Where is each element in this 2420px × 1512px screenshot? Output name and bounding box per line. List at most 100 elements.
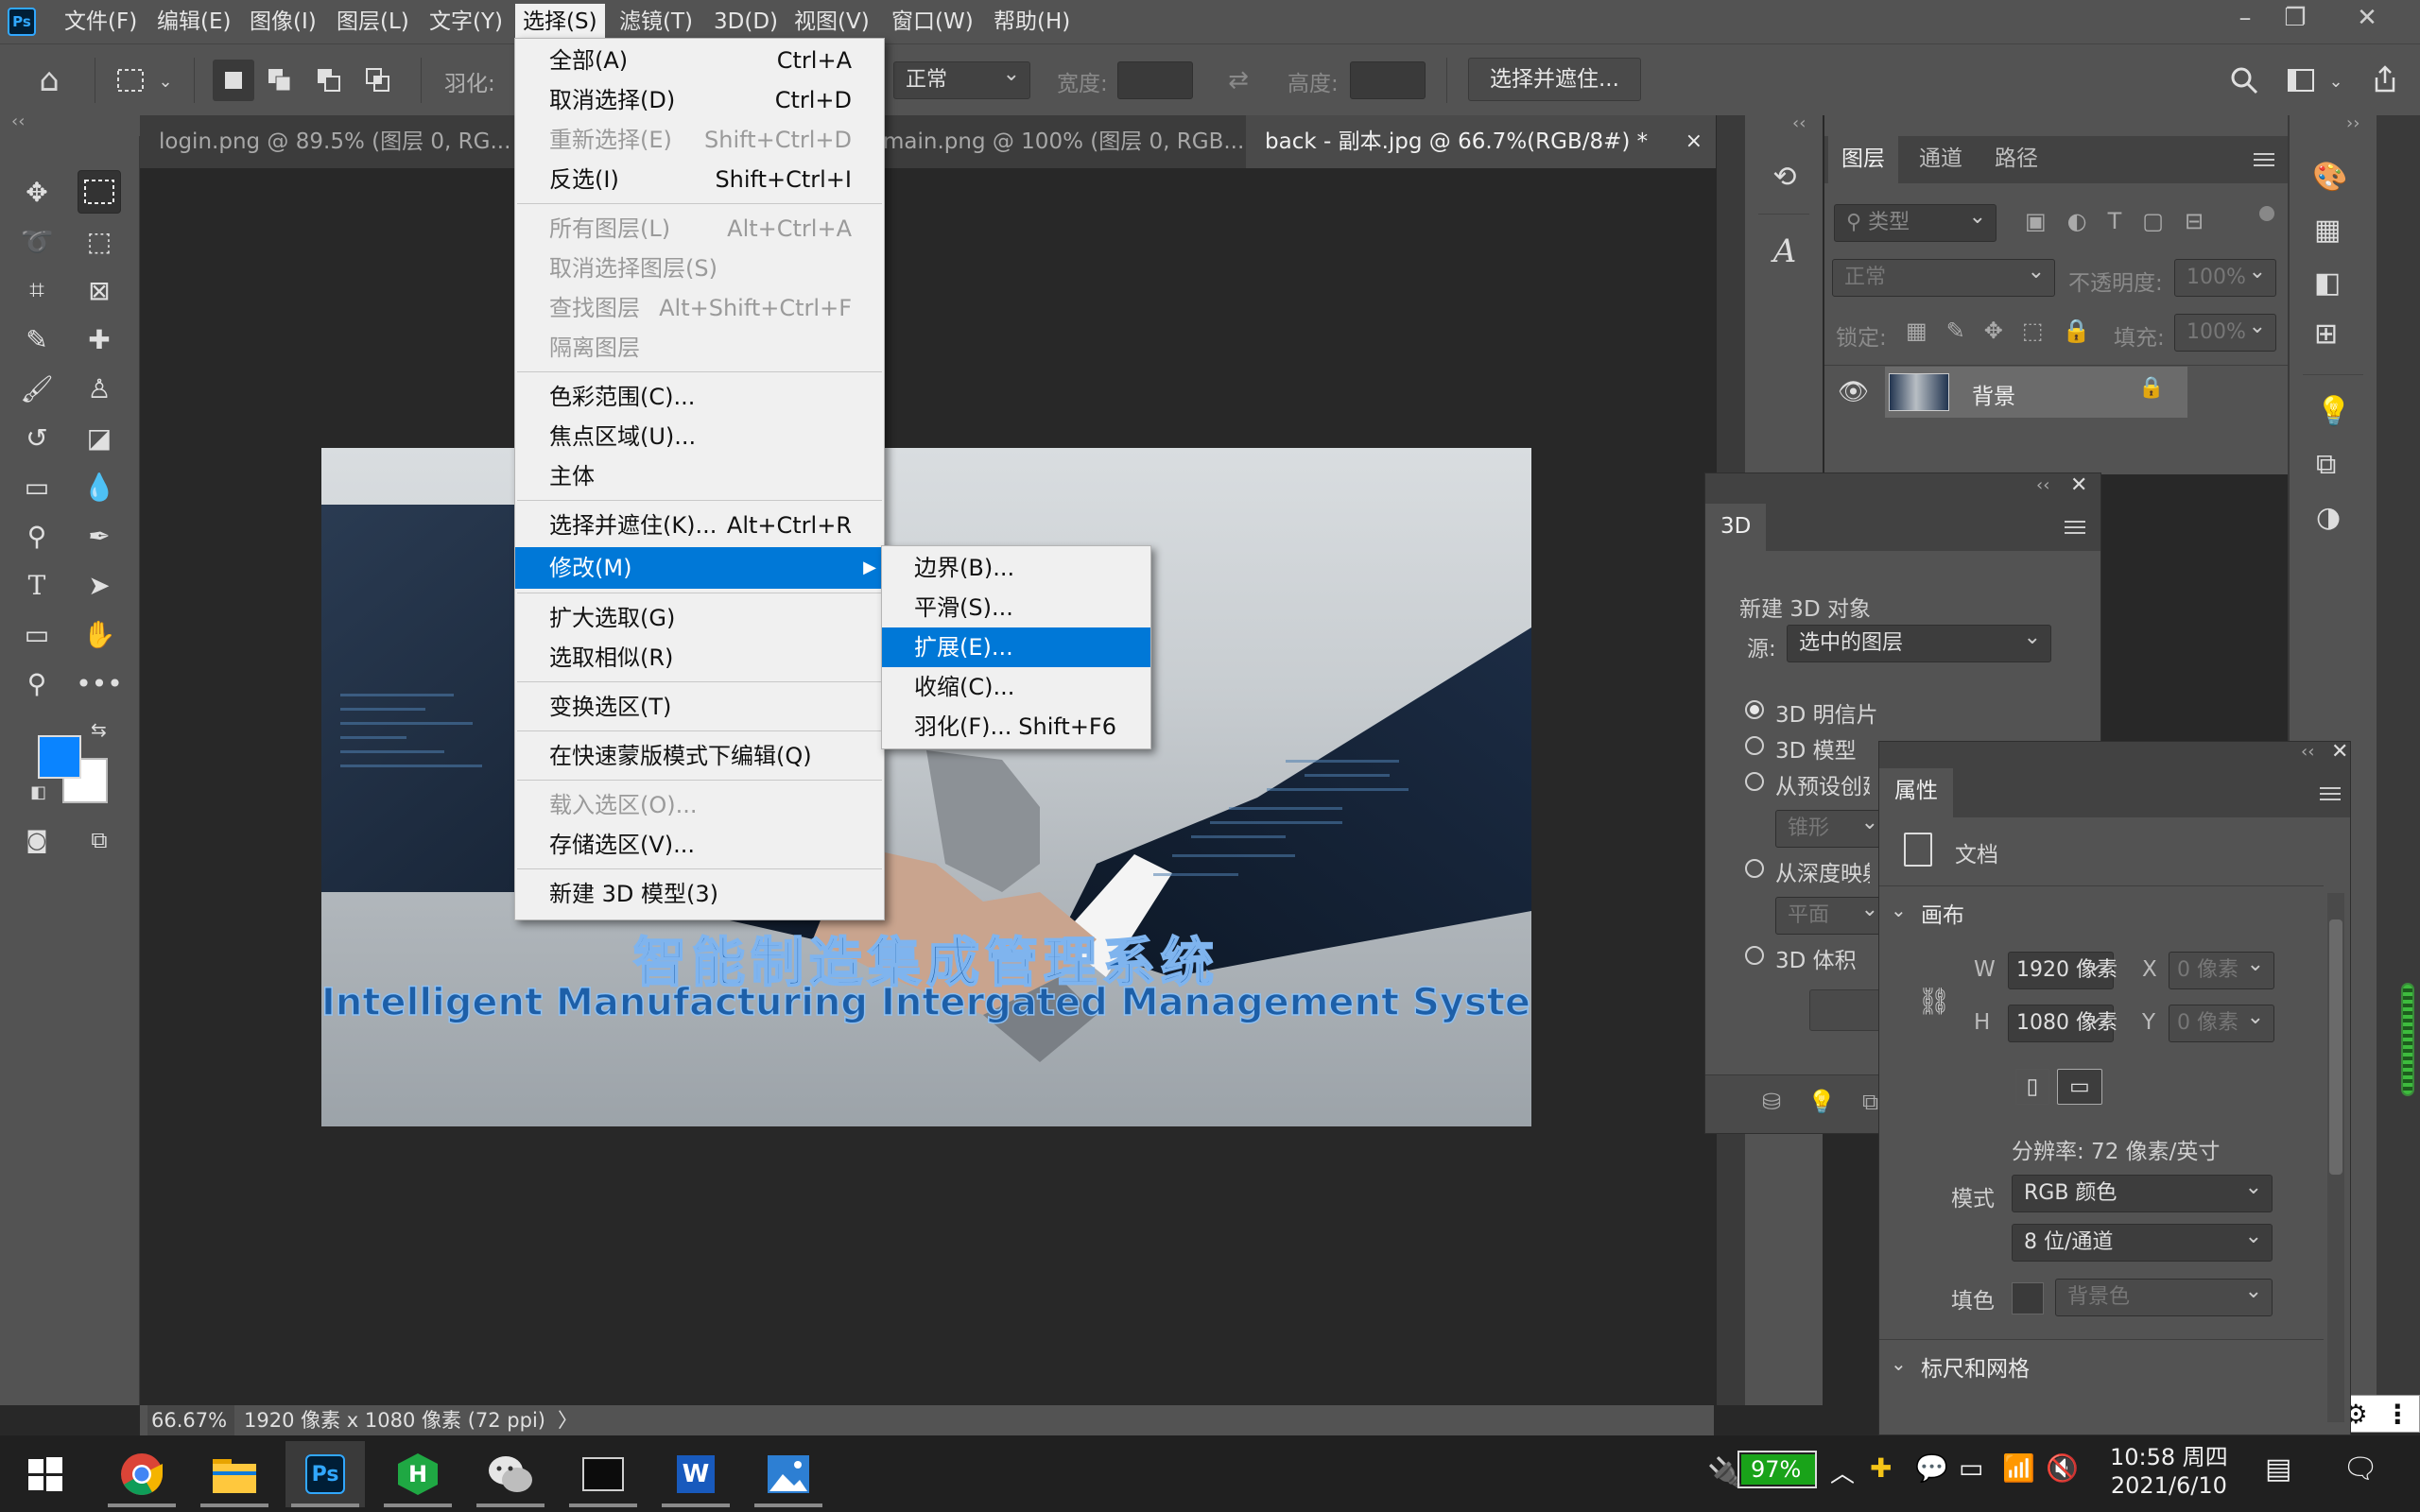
minimize-icon[interactable]: – bbox=[2217, 0, 2273, 36]
tray-app-icon[interactable]: ✚ bbox=[1870, 1452, 1892, 1484]
word-icon[interactable]: W bbox=[656, 1441, 735, 1507]
menu-help[interactable]: 帮助(H) bbox=[986, 0, 1078, 43]
tab-back-copy[interactable]: back - 副本.jpg @ 66.7%(RGB/8#) * × bbox=[1246, 115, 1717, 168]
rulers-section-title[interactable]: 标尺和网格 bbox=[1921, 1350, 2030, 1383]
share-icon[interactable] bbox=[2363, 58, 2407, 101]
menu-item-select-and-mask[interactable]: 选择并遮住(K)... Alt+Ctrl+R bbox=[515, 506, 884, 545]
gradients-panel-icon[interactable]: ◧ bbox=[2314, 266, 2341, 300]
landscape-icon[interactable]: ▭ bbox=[2057, 1069, 2102, 1105]
menu-item-grow[interactable]: 扩大选取(G) bbox=[515, 598, 884, 638]
battery-percent[interactable]: 97% bbox=[1751, 1456, 1801, 1483]
notes-icon[interactable]: ▤ bbox=[2265, 1452, 2291, 1486]
tab-layers[interactable]: 图层 bbox=[1828, 136, 1898, 183]
panel-titlebar[interactable]: ‹‹ ✕ bbox=[1879, 740, 2350, 768]
frame-tool-icon[interactable]: ⊠ bbox=[78, 268, 121, 312]
option-3d-model[interactable]: 3D 模型 bbox=[1775, 732, 1857, 765]
photoshop-taskbar-icon[interactable]: Ps bbox=[285, 1441, 365, 1507]
screen-mode-icon[interactable]: ⧉ bbox=[78, 818, 121, 862]
quick-mask-icon[interactable]: ◙ bbox=[15, 818, 59, 862]
menu-item-all-layers[interactable]: 所有图层(L) Alt+Ctrl+A bbox=[515, 209, 884, 249]
brush-tool-icon[interactable]: 🖌 bbox=[15, 367, 59, 410]
rect-marquee-tool-icon[interactable] bbox=[78, 170, 121, 214]
lasso-tool-icon[interactable]: ➰ bbox=[15, 219, 59, 263]
character-panel-icon[interactable]: A bbox=[1764, 232, 1806, 274]
swap-colors-icon[interactable]: ⇆ bbox=[91, 718, 107, 741]
swatches-panel-icon[interactable]: ▦ bbox=[2314, 214, 2341, 247]
mode-dropdown[interactable]: RGB 颜色 bbox=[2012, 1170, 2273, 1212]
layer-filter-dropdown[interactable]: ⚲ 类型 bbox=[1834, 199, 1996, 242]
dodge-tool-icon[interactable]: ⚲ bbox=[15, 514, 59, 558]
collapse-icon[interactable]: ›› bbox=[2346, 113, 2360, 133]
status-arrow[interactable]: 〉 bbox=[558, 1405, 578, 1435]
menu-item-transform-selection[interactable]: 变换选区(T) bbox=[515, 687, 884, 727]
adjustments-panel-icon[interactable]: ◑ bbox=[2316, 501, 2341, 534]
patterns-panel-icon[interactable]: ⊞ bbox=[2314, 318, 2338, 351]
collapse-icon[interactable]: ‹‹ bbox=[11, 112, 25, 131]
collapse-icon[interactable]: ‹‹ bbox=[2036, 475, 2049, 495]
menu-item-color-range[interactable]: 色彩范围(C)... bbox=[515, 377, 884, 417]
style-dropdown[interactable]: 正常 bbox=[893, 57, 1030, 99]
layer-name[interactable]: 背景 bbox=[1972, 378, 2015, 410]
fill-swatch[interactable] bbox=[2012, 1282, 2044, 1314]
move-tool-icon[interactable]: ✥ bbox=[15, 170, 59, 214]
history-brush-icon[interactable]: ↺ bbox=[15, 416, 59, 459]
libraries-panel-icon[interactable]: ⧉ bbox=[2316, 448, 2336, 481]
menu-item-deselect-layers[interactable]: 取消选择图层(S) bbox=[515, 249, 884, 288]
radio-from-preset[interactable] bbox=[1745, 772, 1764, 791]
close-panel-icon[interactable]: ✕ bbox=[2331, 740, 2348, 764]
menu-item-select-all[interactable]: 全部(A) Ctrl+A bbox=[515, 41, 884, 80]
menu-item-new-3d-model[interactable]: 新建 3D 模型(3) bbox=[515, 874, 884, 914]
tab-paths[interactable]: 路径 bbox=[1981, 136, 2051, 183]
menu-item-quick-mask[interactable]: 在快速蒙版模式下编辑(Q) bbox=[515, 736, 884, 776]
option-3d-postcard[interactable]: 3D 明信片 bbox=[1775, 696, 1878, 729]
restore-icon[interactable]: ❐ bbox=[2267, 0, 2324, 36]
menu-item-save-selection[interactable]: 存储选区(V)... bbox=[515, 825, 884, 865]
submenu-item-smooth[interactable]: 平滑(S)... bbox=[882, 588, 1150, 627]
height-field[interactable] bbox=[1350, 61, 1426, 99]
menu-item-similar[interactable]: 选取相似(R) bbox=[515, 638, 884, 678]
zoom-tool-icon[interactable]: ⚲ bbox=[15, 662, 59, 705]
healing-brush-icon[interactable]: ✚ bbox=[78, 318, 121, 361]
panel-menu-icon[interactable] bbox=[2065, 521, 2085, 534]
photos-icon[interactable] bbox=[749, 1441, 828, 1507]
eraser-tool-icon[interactable]: ◪ bbox=[78, 416, 121, 459]
menu-item-modify[interactable]: 修改(M) ▶ bbox=[515, 547, 884, 589]
fill-field[interactable]: 100% bbox=[2174, 309, 2276, 352]
collapse-icon[interactable]: ‹‹ bbox=[2301, 742, 2314, 762]
menu-item-find-layers[interactable]: 查找图层 Alt+Shift+Ctrl+F bbox=[515, 288, 884, 328]
stamp-tool-icon[interactable]: ♙ bbox=[78, 367, 121, 410]
menu-item-reselect[interactable]: 重新选择(E) Shift+Ctrl+D bbox=[515, 120, 884, 160]
submenu-item-border[interactable]: 边界(B)... bbox=[882, 548, 1150, 588]
zoom-level[interactable]: 66.67% bbox=[147, 1405, 234, 1435]
hbuilder-icon[interactable]: H bbox=[378, 1441, 458, 1507]
menu-item-deselect[interactable]: 取消选择(D) Ctrl+D bbox=[515, 80, 884, 120]
submenu-item-feather[interactable]: 羽化(F)... Shift+F6 bbox=[882, 707, 1150, 747]
menu-edit[interactable]: 编辑(E) bbox=[149, 0, 238, 43]
scrollbar[interactable] bbox=[2327, 893, 2344, 1422]
panel-menu-icon[interactable] bbox=[2320, 787, 2341, 800]
subtract-selection-icon[interactable] bbox=[308, 60, 350, 101]
menu-type[interactable]: 文字(Y) bbox=[422, 0, 510, 43]
menu-window[interactable]: 窗口(W) bbox=[884, 0, 981, 43]
blend-mode-dropdown[interactable]: 正常 bbox=[1832, 254, 2055, 297]
photoshop-logo[interactable]: Ps bbox=[8, 8, 36, 36]
eyedropper-tool-icon[interactable]: ✎ bbox=[15, 318, 59, 361]
collapse-icon[interactable]: ‹‹ bbox=[1792, 113, 1806, 133]
submenu-item-contract[interactable]: 收缩(C)... bbox=[882, 667, 1150, 707]
width-field[interactable]: 1920 像素 bbox=[2008, 947, 2118, 989]
crop-tool-icon[interactable]: ⌗ bbox=[15, 268, 59, 312]
workspace-icon[interactable] bbox=[2280, 60, 2322, 101]
layer-row-background[interactable]: 背景 🔒 bbox=[1885, 367, 2187, 418]
ime-more-icon[interactable]: ⋮ bbox=[2384, 1399, 2411, 1430]
option-from-depth[interactable]: 从深度映射 bbox=[1775, 855, 1870, 887]
windows-start-icon[interactable] bbox=[6, 1441, 85, 1507]
new-selection-icon[interactable] bbox=[213, 60, 254, 101]
clock[interactable]: 10:58 周四 2021/6/10 bbox=[2110, 1443, 2228, 1500]
swap-icon[interactable]: ⇄ bbox=[1219, 63, 1257, 97]
tab-login[interactable]: login.png @ 89.5% (图层 0, RG... bbox=[140, 115, 518, 168]
option-from-preset[interactable]: 从预设创建 bbox=[1775, 768, 1870, 800]
height-field[interactable]: 1080 像素 bbox=[2008, 1000, 2118, 1042]
panel-titlebar[interactable]: ‹‹ ✕ bbox=[1705, 473, 2100, 504]
terminal-icon[interactable] bbox=[563, 1441, 643, 1507]
tab-channels[interactable]: 通道 bbox=[1906, 136, 1976, 183]
